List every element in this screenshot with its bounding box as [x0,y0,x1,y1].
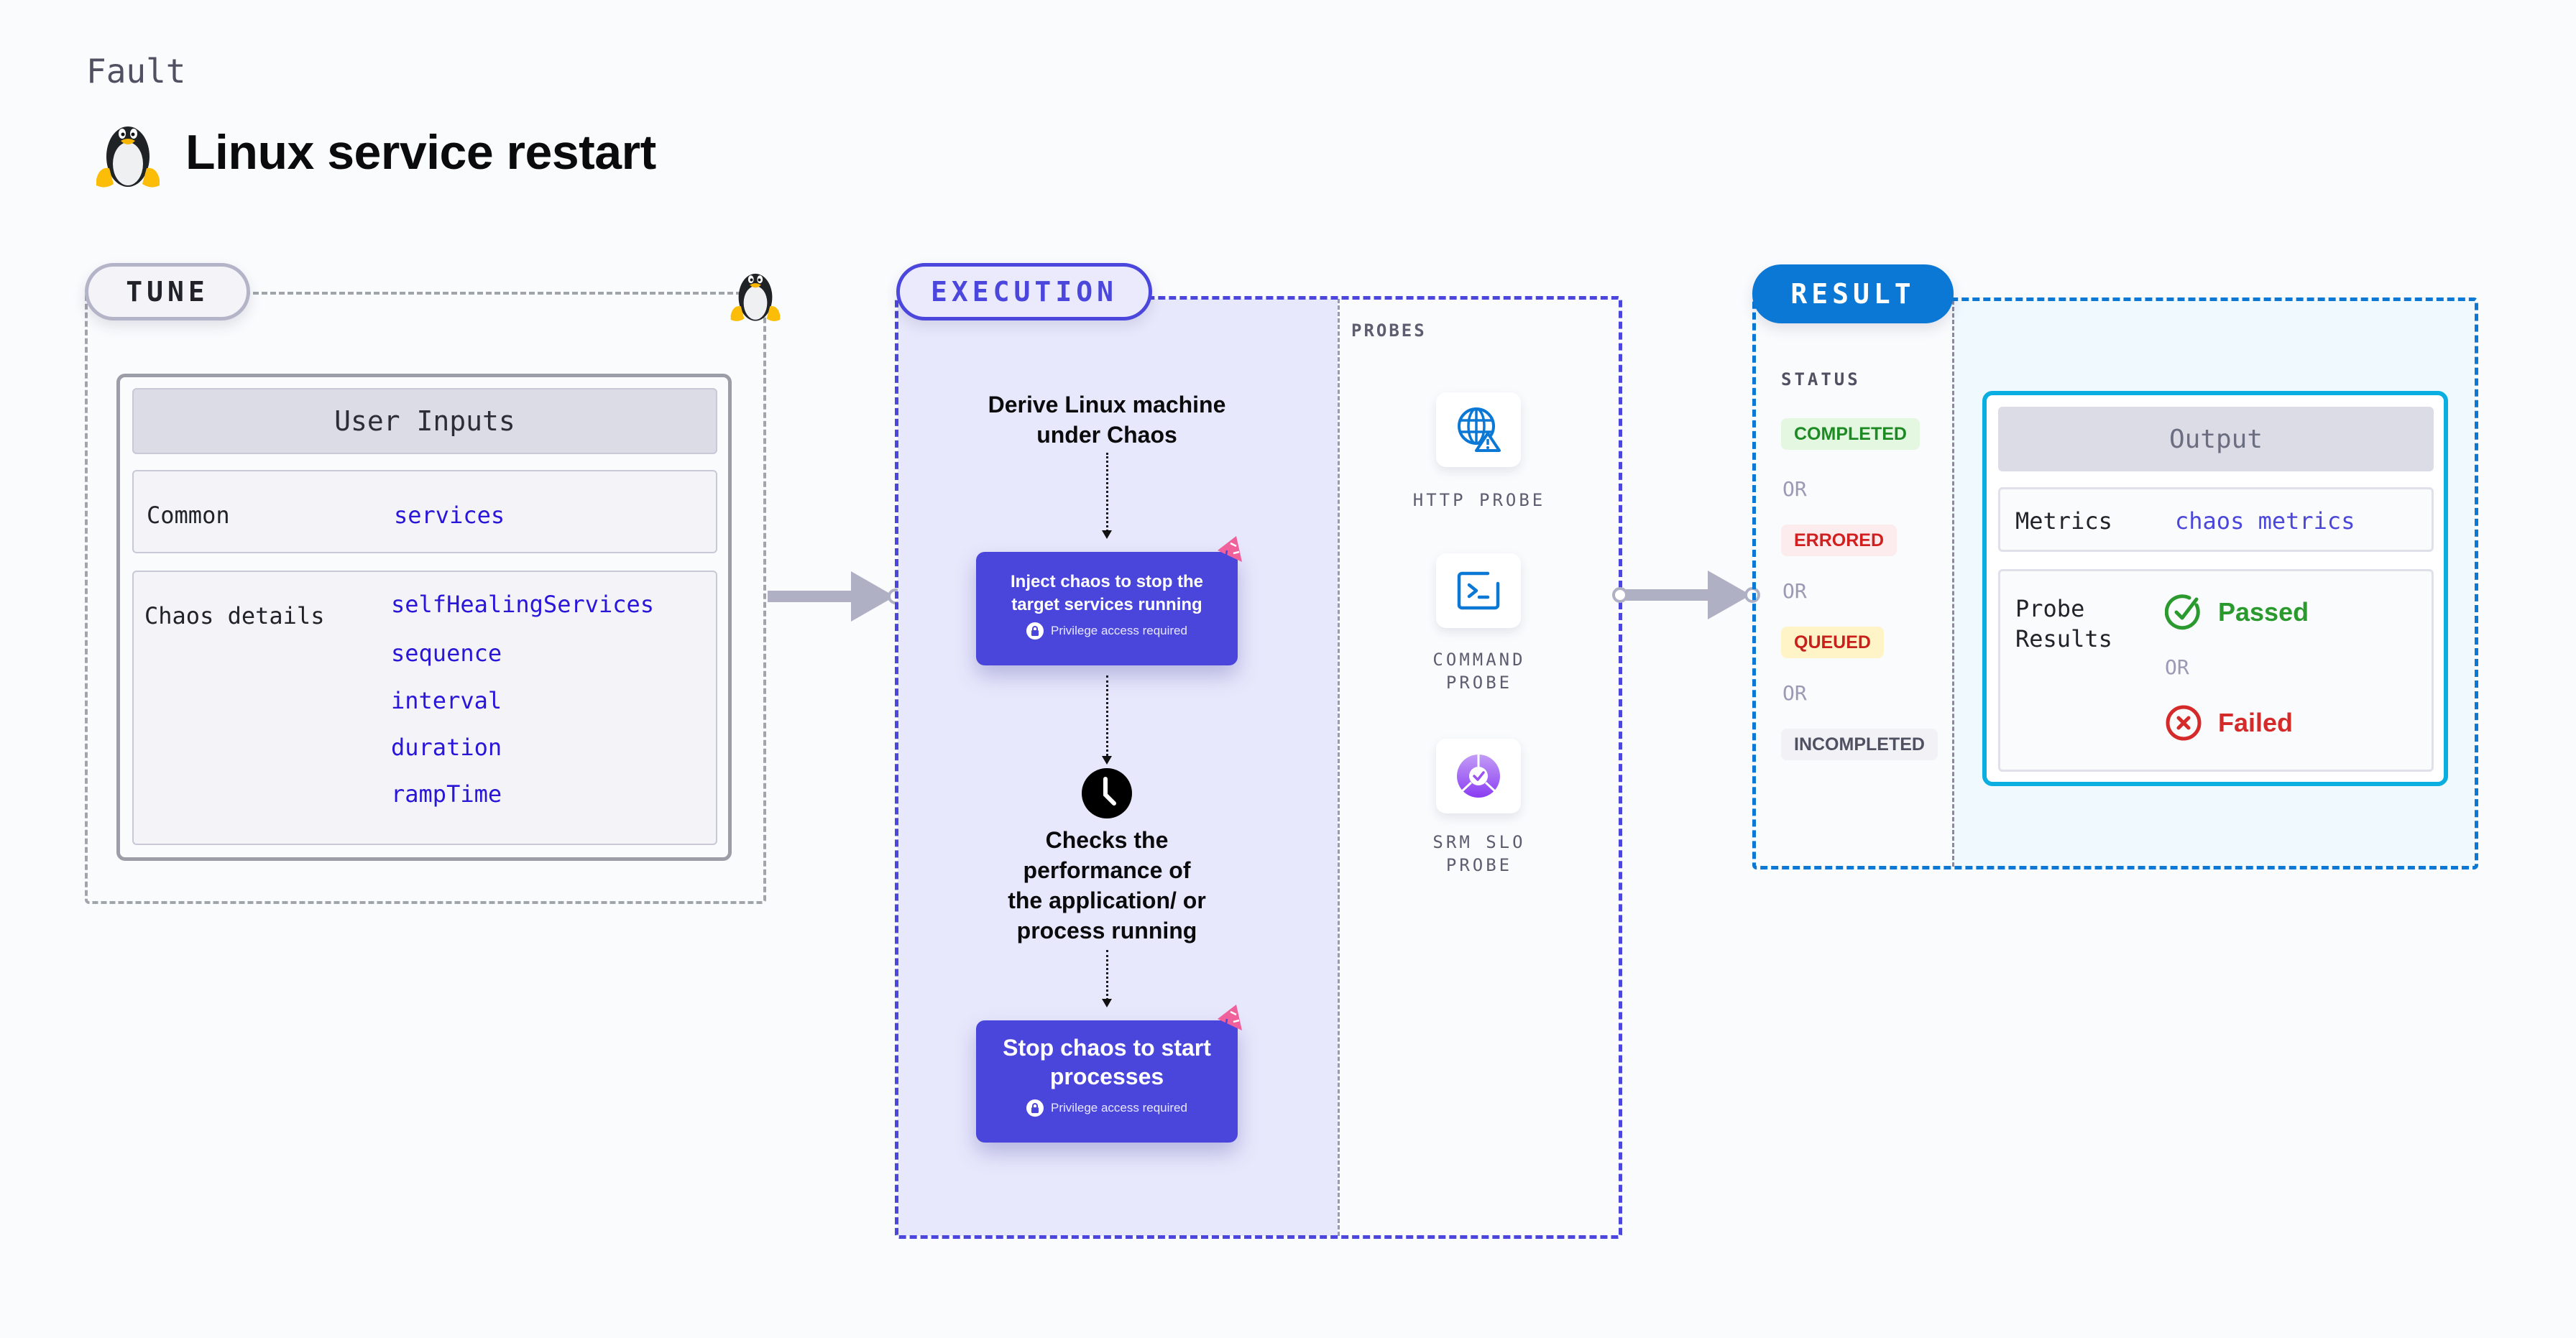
probe-results-label: Probe Results [2015,595,2112,652]
stop-chaos-card[interactable]: Stop chaos to start processes Privilege … [976,1020,1238,1143]
param-duration: duration [391,734,502,761]
or-separator: OR [1782,681,1807,705]
input-row-label: Chaos details [144,602,325,629]
probe-failed: Failed [2165,704,2293,742]
clock-icon [1082,768,1132,818]
input-row-label: Common [147,502,230,529]
srm-slo-probe-label: SRM SLO PROBE [1432,832,1526,875]
command-probe-label: COMMAND PROBE [1432,650,1526,693]
page-title-row: Linux service restart [92,115,656,190]
lock-icon [1026,1099,1044,1117]
status-badge-errored: ERRORED [1781,525,1898,556]
status-badge-incompleted: INCOMPLETED [1781,729,1938,760]
param-ramp-time: rampTime [391,780,502,808]
flow-arrow [768,571,903,622]
status-badge-queued: QUEUED [1781,627,1884,658]
flow-connector [1106,950,1108,1005]
status-title: STATUS [1781,369,1861,389]
linux-tux-icon [730,273,781,321]
probes-title: PROBES [1351,320,1427,341]
param-self-healing-services: selfHealingServices [391,591,655,618]
output-heading: Output [1998,407,2434,471]
check-circle-icon [2165,594,2200,630]
metrics-value: chaos metrics [2175,507,2355,535]
chaos-tag-icon [1218,536,1242,562]
execution-pill: EXECUTION [896,263,1152,320]
inject-chaos-card[interactable]: Inject chaos to stop the target services… [976,552,1238,665]
or-separator: OR [1782,477,1807,501]
lock-icon [1026,622,1044,640]
privilege-note: Privilege access required [976,1099,1238,1117]
param-services: services [394,502,505,529]
status-badge-completed: COMPLETED [1781,418,1920,450]
param-sequence: sequence [391,640,502,667]
flow-arrow [1612,571,1760,619]
privilege-note: Privilege access required [976,622,1238,640]
arrow-down-icon [1102,530,1112,539]
srm-slo-icon [1457,755,1500,798]
result-pill: RESULT [1752,264,1954,323]
metrics-label: Metrics [2015,507,2112,535]
step-check-performance: Checks the performance of the applicatio… [1008,827,1206,943]
globe-warning-icon [1458,407,1501,452]
linux-tux-icon [96,126,160,188]
srm-slo-probe-tile[interactable] [1436,739,1521,813]
flow-connector [1106,675,1108,760]
step-derive-machine: Derive Linux machine under Chaos [988,392,1226,448]
arrow-down-icon [1102,999,1112,1007]
or-separator: OR [2165,655,2189,679]
http-probe-tile[interactable] [1436,392,1521,467]
x-circle-icon [2166,705,2202,741]
probe-passed: Passed [2165,594,2309,631]
terminal-icon [1457,571,1500,610]
tune-pill: TUNE [85,263,250,320]
http-probe-label: HTTP PROBE [1412,490,1546,510]
or-separator: OR [1782,579,1807,603]
arrow-down-icon [1102,756,1112,765]
command-probe-tile[interactable] [1436,553,1521,628]
category-label: Fault [86,52,186,91]
flow-connector [1106,453,1108,535]
user-inputs-heading: User Inputs [132,388,717,454]
chaos-tag-icon [1218,1005,1242,1030]
page-title: Linux service restart [185,125,656,180]
param-interval: interval [391,687,502,714]
